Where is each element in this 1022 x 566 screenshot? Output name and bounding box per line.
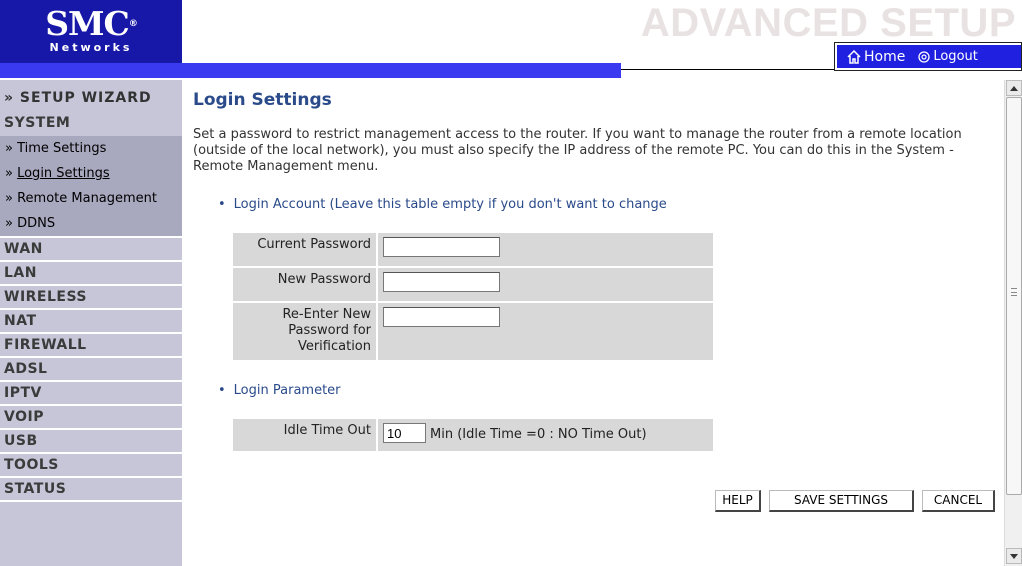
page-description: Set a password to restrict management ac… (193, 127, 962, 174)
section-login-account: • Login Account (Leave this table empty i… (218, 197, 667, 212)
reenter-password-row: Re-Enter New Password for Verification (233, 303, 713, 360)
vertical-scrollbar[interactable] (1004, 80, 1022, 566)
section-login-parameter: • Login Parameter (218, 383, 341, 398)
sidebar-item-adsl[interactable]: ADSL (0, 358, 182, 382)
page-title: Login Settings (193, 90, 332, 110)
logout-label: Logout (933, 49, 978, 64)
help-button[interactable]: HELP (715, 490, 761, 512)
sidebar-setup-wizard[interactable]: » SETUP WIZARD (0, 80, 182, 112)
sidebar-subitem-login-settings[interactable]: » Login Settings (0, 161, 182, 186)
sidebar-item-lan[interactable]: LAN (0, 262, 182, 286)
cancel-button[interactable]: CANCEL (922, 490, 995, 512)
login-parameter-table: Idle Time Out Min (Idle Time =0 : NO Tim… (233, 419, 713, 451)
new-password-input[interactable] (383, 272, 500, 292)
smc-logo: SMC® Networks (0, 0, 182, 63)
sidebar-subitem-time-settings[interactable]: » Time Settings (0, 136, 182, 161)
sidebar-subitem-ddns[interactable]: » DDNS (0, 211, 182, 236)
home-link[interactable]: Home (847, 49, 905, 65)
header: SMC® Networks ADVANCED SETUP Home Logout (0, 0, 1022, 80)
sidebar-item-voip[interactable]: VOIP (0, 406, 182, 430)
sidebar-item-firewall[interactable]: FIREWALL (0, 334, 182, 358)
sidebar-item-tools[interactable]: TOOLS (0, 454, 182, 478)
idle-timeout-row: Idle Time Out Min (Idle Time =0 : NO Tim… (233, 419, 713, 451)
save-settings-button[interactable]: SAVE SETTINGS (769, 490, 914, 512)
reenter-password-input[interactable] (383, 307, 500, 327)
sidebar-item-nat[interactable]: NAT (0, 310, 182, 334)
sidebar-item-status[interactable]: STATUS (0, 478, 182, 502)
logout-link[interactable]: Logout (918, 49, 978, 64)
main-content: Login Settings Set a password to restric… (182, 80, 1004, 566)
current-password-row: Current Password (233, 233, 713, 268)
home-label: Home (864, 48, 906, 65)
scroll-down-button[interactable] (1006, 548, 1022, 564)
idle-timeout-input[interactable] (383, 423, 426, 443)
sidebar-item-wireless[interactable]: WIRELESS (0, 286, 182, 310)
power-icon (918, 50, 930, 63)
sidebar-item-usb[interactable]: USB (0, 430, 182, 454)
login-account-table: Current Password New Password Re-Enter N… (233, 233, 713, 360)
scroll-up-button[interactable] (1006, 80, 1022, 96)
home-icon (847, 49, 861, 64)
idle-timeout-label: Idle Time Out (233, 419, 378, 451)
header-divider (621, 69, 835, 70)
sidebar: » SETUP WIZARD SYSTEM » Time Settings » … (0, 80, 182, 566)
new-password-row: New Password (233, 268, 713, 303)
system-submenu: » Time Settings » Login Settings » Remot… (0, 136, 182, 238)
sidebar-item-iptv[interactable]: IPTV (0, 382, 182, 406)
idle-timeout-unit: Min (Idle Time =0 : NO Time Out) (430, 426, 647, 442)
bullet-icon: • (218, 383, 226, 398)
advanced-setup-title: ADVANCED SETUP (640, 1, 1016, 45)
bullet-icon: • (218, 197, 226, 212)
top-nav: Home Logout (834, 42, 1022, 71)
arrow-up-icon (1010, 85, 1018, 91)
reenter-password-label: Re-Enter New Password for Verification (233, 303, 378, 360)
sidebar-item-system[interactable]: SYSTEM (0, 112, 182, 136)
sidebar-item-wan[interactable]: WAN (0, 238, 182, 262)
current-password-label: Current Password (233, 233, 378, 266)
arrow-down-icon (1010, 553, 1018, 559)
new-password-label: New Password (233, 268, 378, 301)
header-accent-bar (0, 63, 621, 78)
sidebar-subitem-remote-management[interactable]: » Remote Management (0, 186, 182, 211)
page: SMC® Networks ADVANCED SETUP Home Logout… (0, 0, 1022, 566)
scrollbar-thumb[interactable] (1006, 97, 1022, 495)
current-password-input[interactable] (383, 237, 500, 257)
